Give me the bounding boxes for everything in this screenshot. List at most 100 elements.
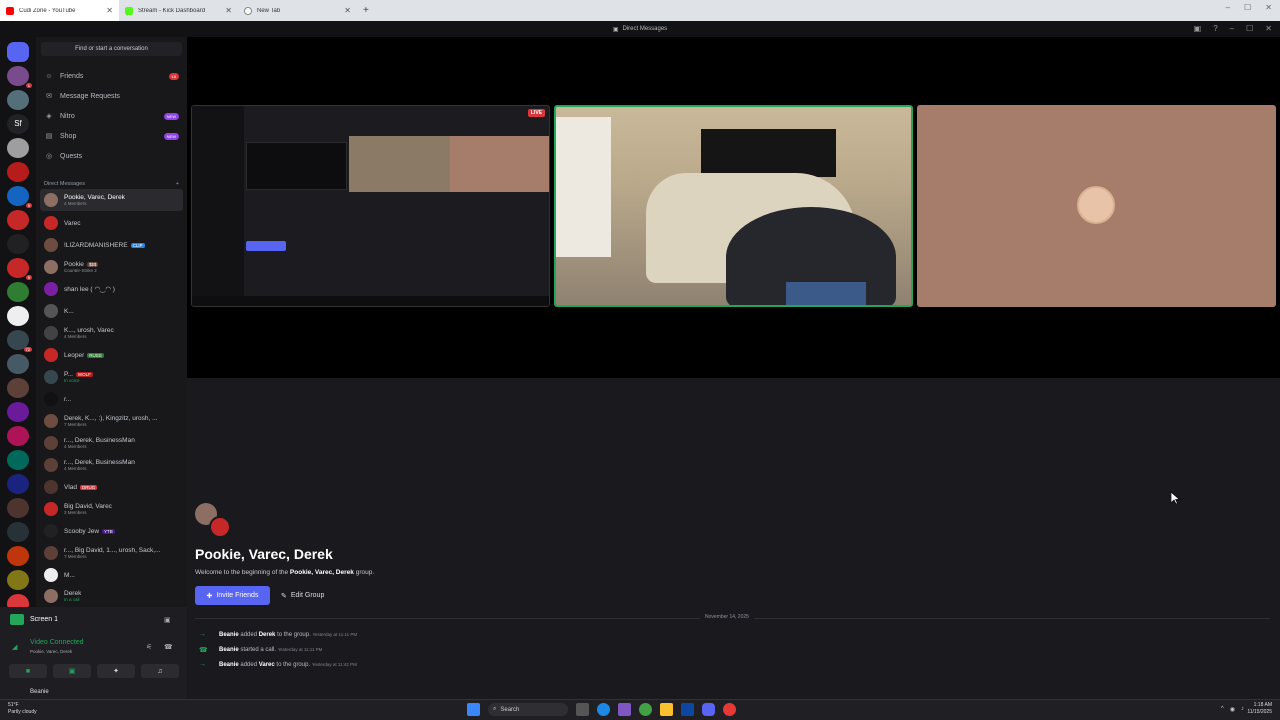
dm-item[interactable]: K...: [40, 300, 183, 322]
edge-icon[interactable]: [597, 703, 610, 716]
server-icon[interactable]: Sf: [7, 114, 29, 134]
home-button[interactable]: [7, 42, 29, 62]
dm-item[interactable]: Leoper RUSS: [40, 344, 183, 366]
teams-icon[interactable]: [618, 703, 631, 716]
dm-item[interactable]: r..., Big David, 1..., urosh, Sack,... 7 …: [40, 542, 183, 564]
dm-item[interactable]: Varec: [40, 212, 183, 234]
server-icon[interactable]: [7, 546, 29, 566]
add-dm-icon[interactable]: +: [176, 181, 179, 187]
nav-message-requests[interactable]: ✉ Message Requests: [36, 87, 187, 105]
server-icon[interactable]: [7, 402, 29, 422]
server-icon[interactable]: 9: [7, 186, 32, 208]
screen-share-tile[interactable]: LIVE: [191, 105, 550, 307]
network-icon[interactable]: ◉: [1230, 706, 1235, 713]
minimize-icon[interactable]: –: [1226, 3, 1230, 12]
server-icon[interactable]: [7, 90, 29, 110]
dm-item[interactable]: M...: [40, 564, 183, 586]
screen-icon: [10, 614, 24, 625]
server-rail: 1 Sf 9 9 72: [0, 37, 36, 699]
taskbar-clock[interactable]: 1:18 AM 11/15/2025: [1247, 702, 1272, 716]
dm-item[interactable]: Pookie $$$ Counter-Strike 2: [40, 256, 183, 278]
dm-item[interactable]: K..., urosh, Varec 4 Members: [40, 322, 183, 344]
activities-button[interactable]: ✦: [97, 664, 135, 678]
inbox-icon[interactable]: ▣: [1194, 24, 1202, 33]
server-icon[interactable]: 9: [7, 258, 32, 280]
server-icon[interactable]: [7, 162, 29, 182]
dm-item[interactable]: Vlad DRUG: [40, 476, 183, 498]
system-tray: ^ ◉ ♪: [1221, 706, 1244, 713]
dm-item[interactable]: Derek In a call: [40, 585, 183, 607]
avatar-tile[interactable]: [917, 105, 1276, 307]
server-icon[interactable]: [7, 306, 29, 326]
dm-section-header: Direct Messages +: [44, 181, 179, 187]
nav-nitro[interactable]: ◈ Nitro NEW: [36, 107, 187, 125]
server-icon[interactable]: [7, 282, 29, 302]
store-icon[interactable]: [681, 703, 694, 716]
soundboard-button[interactable]: ♫: [141, 664, 179, 678]
dm-item[interactable]: shan lee ( ◠‿◠ ): [40, 278, 183, 300]
server-icon[interactable]: [7, 138, 29, 158]
close-icon[interactable]: ✕: [106, 6, 113, 15]
screen-share-indicator[interactable]: Screen 1: [10, 614, 58, 625]
maximize-icon[interactable]: ☐: [1246, 24, 1253, 33]
disconnect-icon[interactable]: ☎: [164, 643, 173, 651]
browser-tab-kick[interactable]: Stream - Kick Dashboard ✕: [119, 0, 238, 21]
dm-item[interactable]: Big David, Varec 3 Members: [40, 498, 183, 520]
camera-tile[interactable]: [554, 105, 913, 307]
popout-icon[interactable]: ▣: [164, 616, 171, 624]
close-icon[interactable]: ✕: [1265, 24, 1272, 33]
dm-item[interactable]: Pookie, Varec, Derek 4 Members: [40, 189, 183, 211]
weather-widget[interactable]: 51°F Partly cloudy: [8, 702, 37, 716]
nav-shop[interactable]: ▤ Shop NEW: [36, 127, 187, 145]
server-icon[interactable]: [7, 234, 29, 254]
avatar: [44, 458, 58, 472]
taskbar-search[interactable]: ⌕ Search: [488, 703, 568, 716]
server-icon[interactable]: 1: [7, 66, 32, 88]
nav-quests[interactable]: ◎ Quests: [36, 147, 187, 165]
windows-start-icon[interactable]: [467, 703, 480, 716]
dm-item[interactable]: P... WOLF In voice: [40, 366, 183, 388]
close-icon[interactable]: ✕: [344, 6, 351, 15]
nav-friends[interactable]: ☺ Friends 18: [36, 67, 187, 85]
arrow-right-icon: →: [199, 631, 206, 638]
os-taskbar: 51°F Partly cloudy ⌕ Search ^ ◉ ♪ 1:18 A…: [0, 699, 1280, 720]
server-icon[interactable]: [7, 426, 29, 446]
close-icon[interactable]: ✕: [225, 6, 232, 15]
server-icon[interactable]: [7, 522, 29, 542]
server-icon[interactable]: [7, 354, 29, 374]
dm-item[interactable]: !LIZARDMANISHERE CLIP: [40, 234, 183, 256]
help-icon[interactable]: ?: [1213, 24, 1217, 33]
server-icon[interactable]: [7, 570, 29, 590]
close-window-icon[interactable]: ✕: [1265, 3, 1272, 12]
maximize-icon[interactable]: ☐: [1244, 3, 1251, 12]
chrome-icon[interactable]: [639, 703, 652, 716]
obs-icon[interactable]: [723, 703, 736, 716]
server-icon[interactable]: [7, 498, 29, 518]
server-icon[interactable]: [7, 450, 29, 470]
browser-tab-new[interactable]: New Tab ✕: [238, 0, 357, 21]
server-icon[interactable]: 72: [7, 330, 32, 352]
minimize-icon[interactable]: –: [1230, 24, 1234, 33]
server-icon[interactable]: [7, 378, 29, 398]
file-explorer-icon[interactable]: [660, 703, 673, 716]
task-view-icon[interactable]: [576, 703, 589, 716]
browser-tab-youtube[interactable]: Cudi Zone - YouTube ✕: [0, 0, 119, 21]
dm-item[interactable]: r..., Derek, BusinessMan 4 Members: [40, 454, 183, 476]
chevron-up-icon[interactable]: ^: [1221, 706, 1224, 713]
server-icon[interactable]: [7, 210, 29, 230]
server-icon[interactable]: [7, 474, 29, 494]
invite-friends-button[interactable]: ✚ Invite Friends: [195, 586, 270, 605]
camera-button[interactable]: ■: [9, 664, 47, 678]
share-screen-button[interactable]: ▣: [53, 664, 91, 678]
volume-icon[interactable]: ♪: [1241, 706, 1244, 713]
discord-icon[interactable]: [702, 703, 715, 716]
dm-item[interactable]: r...: [40, 388, 183, 410]
noise-suppression-icon[interactable]: ⚟: [146, 643, 152, 651]
dm-item[interactable]: Scooby Jew YTB: [40, 520, 183, 542]
edit-group-button[interactable]: ✎ Edit Group: [281, 586, 324, 605]
find-conversation-button[interactable]: Find or start a conversation: [41, 42, 182, 56]
participant-avatar: [1077, 186, 1115, 224]
dm-item[interactable]: r..., Derek, BusinessMan 4 Members: [40, 432, 183, 454]
plus-icon[interactable]: +: [363, 5, 369, 16]
dm-item[interactable]: Derek, K..., :), Kingzitz, urosh, ... 7 M…: [40, 410, 183, 432]
